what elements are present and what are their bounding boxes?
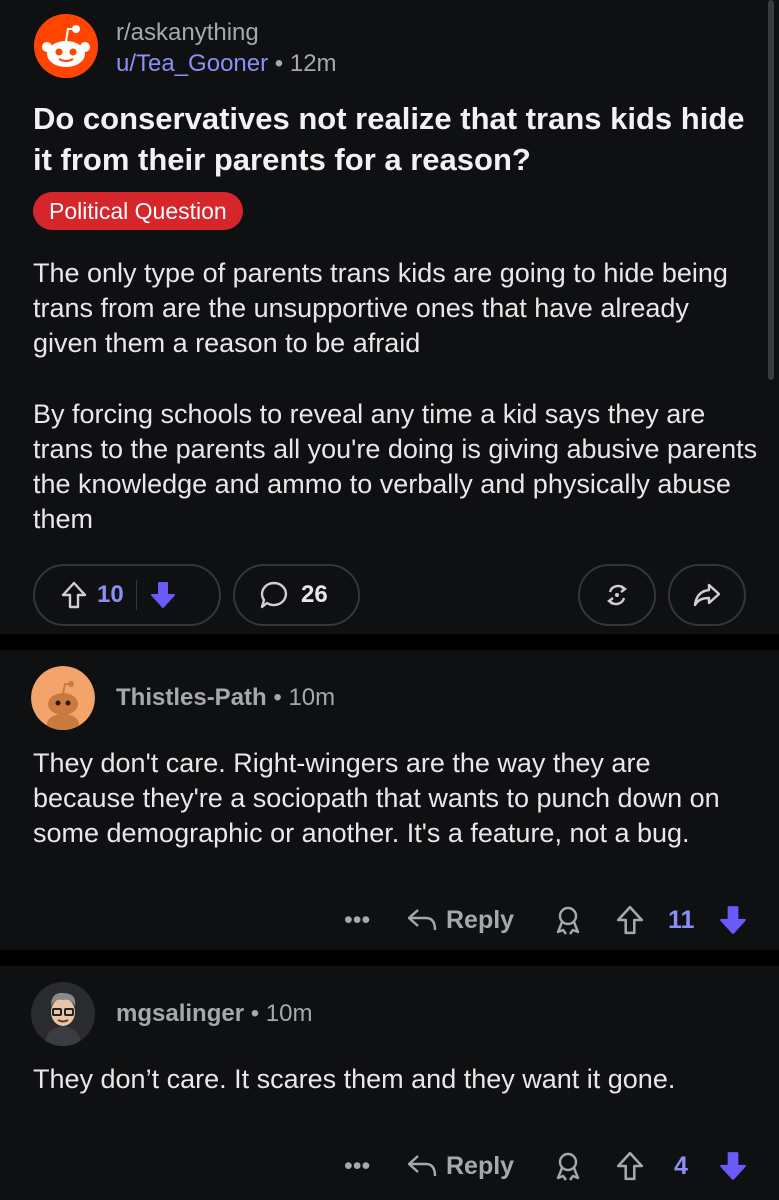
comment-card: Thistles-Path • 10m They don't care. Rig…: [0, 650, 779, 950]
comment-meta: mgsalinger • 10m: [116, 1000, 312, 1028]
vote-divider: [135, 580, 137, 610]
comment-vote-count: 4: [674, 1146, 688, 1186]
post-flair[interactable]: Political Question: [33, 192, 243, 230]
comment-actions: ••• Reply 4: [0, 1146, 779, 1186]
comment-meta: Thistles-Path • 10m: [116, 684, 335, 712]
more-icon[interactable]: •••: [344, 1146, 370, 1186]
divider: [0, 634, 779, 650]
post-meta: u/Tea_Gooner • 12m: [116, 50, 337, 78]
downvote-icon[interactable]: [718, 900, 748, 940]
post-body-paragraph-1: The only type of parents trans kids are …: [33, 258, 728, 358]
reply-arrow-icon: [407, 1155, 437, 1177]
post-card: r/askanything u/Tea_Gooner • 12m Do cons…: [0, 0, 779, 634]
scrollbar[interactable]: [768, 0, 774, 380]
reply-label: Reply: [446, 1151, 515, 1180]
award-button[interactable]: [578, 564, 656, 626]
post-vote-count: 10: [97, 581, 124, 608]
post-body-paragraph-2: By forcing schools to reveal any time a …: [33, 399, 758, 534]
downvote-icon[interactable]: [718, 1146, 748, 1186]
post-author[interactable]: u/Tea_Gooner: [116, 50, 268, 77]
share-button[interactable]: [668, 564, 746, 626]
comment-author[interactable]: mgsalinger: [116, 1000, 244, 1027]
downvote-icon[interactable]: [149, 581, 177, 609]
comments-button[interactable]: 26: [233, 564, 360, 626]
post-time: 12m: [289, 50, 337, 77]
comment-actions: ••• Reply 11: [0, 900, 779, 940]
comment-time: 10m: [265, 1000, 313, 1027]
upvote-icon[interactable]: [61, 581, 87, 609]
share-icon: [692, 580, 722, 610]
reply-button[interactable]: Reply: [406, 900, 514, 940]
subreddit-avatar[interactable]: [34, 14, 98, 78]
award-outline-icon[interactable]: [552, 900, 584, 940]
meta-separator: •: [250, 1000, 260, 1027]
comment-text: They don’t care. It scares them and they…: [33, 1064, 676, 1094]
vote-control: 10: [33, 564, 221, 626]
comment-count: 26: [301, 581, 328, 608]
meta-separator: •: [274, 50, 284, 77]
upvote-icon[interactable]: [616, 900, 644, 940]
comment-vote-count: 11: [668, 900, 694, 940]
upvote-icon[interactable]: [616, 1146, 644, 1186]
post-title[interactable]: Do conservatives not realize that trans …: [33, 98, 753, 180]
reply-label: Reply: [446, 905, 515, 934]
comment-bubble-icon: [259, 580, 289, 610]
divider: [0, 950, 779, 966]
more-icon[interactable]: •••: [344, 900, 370, 940]
comment-time: 10m: [288, 684, 336, 711]
comment-author[interactable]: Thistles-Path: [116, 684, 267, 711]
meta-separator: •: [273, 684, 282, 711]
reply-arrow-icon: [407, 909, 437, 931]
reply-button[interactable]: Reply: [406, 1146, 514, 1186]
comment-card: mgsalinger • 10m They don’t care. It sca…: [0, 966, 779, 1200]
award-icon: [602, 580, 632, 610]
award-outline-icon[interactable]: [552, 1146, 584, 1186]
avatar[interactable]: [31, 666, 95, 730]
comment-text: They don't care. Right-wingers are the w…: [33, 748, 720, 848]
subreddit-name[interactable]: r/askanything: [116, 19, 259, 47]
vote-count: 4: [674, 1151, 688, 1180]
vote-count: 11: [668, 905, 695, 934]
avatar[interactable]: [31, 982, 95, 1046]
